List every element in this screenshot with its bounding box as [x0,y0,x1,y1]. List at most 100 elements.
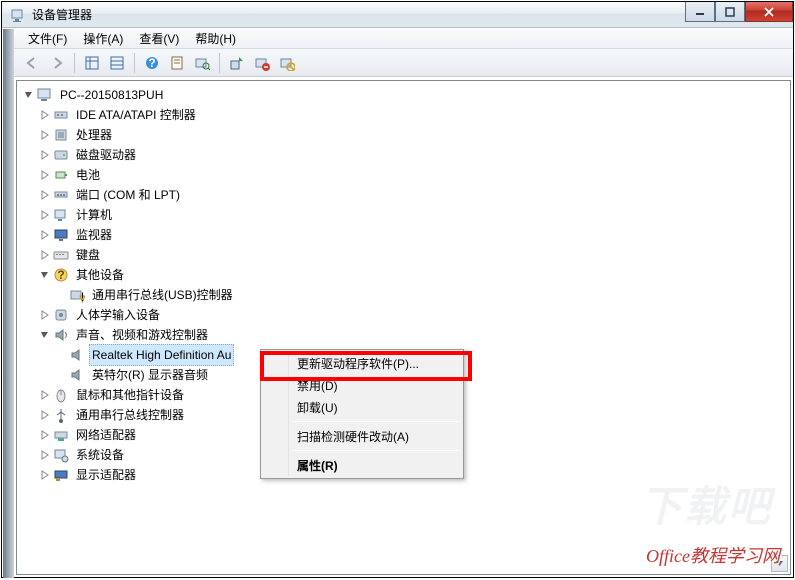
tree-label: 端口 (COM 和 LPT) [73,184,183,206]
expand-icon[interactable] [37,307,53,323]
speaker-icon [69,347,85,363]
system-icon [53,447,69,463]
expand-icon[interactable] [37,467,53,483]
tree-label: 鼠标和其他指针设备 [73,384,187,406]
expand-icon[interactable] [37,227,53,243]
window-title: 设备管理器 [32,6,92,23]
ctx-uninstall[interactable]: 卸载(U) [263,396,461,418]
svg-text:!: ! [81,290,84,303]
tree-item-monitor[interactable]: 监视器 [21,225,790,245]
disable-button[interactable] [275,51,299,75]
tree-label: 通用串行总线控制器 [73,404,187,426]
port-icon [53,187,69,203]
title-bar: 设备管理器 [2,2,793,28]
expand-icon[interactable] [37,187,53,203]
tree-item-disk[interactable]: 磁盘驱动器 [21,145,790,165]
disk-icon [53,147,69,163]
tree-label: 监视器 [73,224,115,246]
menu-bar: 文件(F) 操作(A) 查看(V) 帮助(H) [14,28,793,49]
ctx-label: 扫描检测硬件改动(A) [297,428,409,445]
tree-item-sound[interactable]: 声音、视频和游戏控制器 [21,325,790,345]
watermark-site: Office教程学习网 [646,542,780,568]
view-list-button[interactable] [80,51,104,75]
speaker-icon [69,367,85,383]
ctx-disable[interactable]: 禁用(D) [263,374,461,396]
tree-label: 声音、视频和游戏控制器 [73,324,211,346]
expand-icon[interactable] [37,387,53,403]
ctx-label: 禁用(D) [297,377,338,394]
tree-label: 处理器 [73,124,115,146]
ctx-label: 更新驱动程序软件(P)... [297,355,419,372]
menu-view[interactable]: 查看(V) [131,28,187,49]
tree-label: 网络适配器 [73,424,139,446]
tree-item-usb-unknown[interactable]: ! 通用串行总线(USB)控制器 [21,285,790,305]
ctx-properties[interactable]: 属性(R) [263,454,461,476]
ctx-scan[interactable]: 扫描检测硬件改动(A) [263,425,461,447]
ctx-label: 卸载(U) [297,399,338,416]
tree-item-computer[interactable]: 计算机 [21,205,790,225]
tree-label: 通用串行总线(USB)控制器 [89,284,236,306]
update-driver-button[interactable] [225,51,249,75]
app-icon [10,7,26,23]
tree-label: 磁盘驱动器 [73,144,139,166]
tree-label: 系统设备 [73,444,127,466]
other-icon: ? [53,267,69,283]
expand-icon[interactable] [37,147,53,163]
tree-item-battery[interactable]: 电池 [21,165,790,185]
display-adapter-icon [53,467,69,483]
tree-root[interactable]: PC--20150813PUH [21,85,790,105]
tree-label: PC--20150813PUH [57,84,166,106]
tree-item-ide[interactable]: IDE ATA/ATAPI 控制器 [21,105,790,125]
warning-device-icon: ! [69,287,85,303]
expand-icon[interactable] [37,207,53,223]
menu-file[interactable]: 文件(F) [20,28,75,49]
battery-icon [53,167,69,183]
close-button[interactable] [745,2,793,22]
menu-help[interactable]: 帮助(H) [187,28,244,49]
mouse-icon [53,387,69,403]
svg-text:?: ? [148,56,155,70]
tree-label: 计算机 [73,204,115,226]
tree-item-hid[interactable]: 人体学输入设备 [21,305,790,325]
scan-button[interactable] [190,51,214,75]
collapse-icon[interactable] [37,327,53,343]
expand-icon[interactable] [37,427,53,443]
collapse-icon[interactable] [21,87,37,103]
minimize-button[interactable] [685,2,715,22]
forward-button[interactable] [45,51,69,75]
speaker-icon [53,327,69,343]
expand-icon[interactable] [37,407,53,423]
ctx-update-driver[interactable]: 更新驱动程序软件(P)... [263,352,461,374]
ctx-separator [293,421,459,422]
maximize-button[interactable] [715,2,745,22]
tree-label: 英特尔(R) 显示器音频 [89,364,211,386]
svg-text:?: ? [57,268,64,282]
expand-icon[interactable] [37,127,53,143]
hid-icon [53,307,69,323]
back-button[interactable] [20,51,44,75]
expand-icon[interactable] [37,447,53,463]
tree-item-ports[interactable]: 端口 (COM 和 LPT) [21,185,790,205]
tree-label: 键盘 [73,244,103,266]
tree-item-other[interactable]: ? 其他设备 [21,265,790,285]
device-tree-pane: PC--20150813PUH IDE ATA/ATAPI 控制器 处理器 磁盘… [16,80,791,575]
menu-action[interactable]: 操作(A) [75,28,131,49]
tree-label-selected: Realtek High Definition Au [89,344,234,366]
expand-icon[interactable] [37,167,53,183]
help-button[interactable]: ? [140,51,164,75]
properties-button[interactable] [165,51,189,75]
tree-item-cpu[interactable]: 处理器 [21,125,790,145]
tree-item-keyboard[interactable]: 键盘 [21,245,790,265]
collapse-icon[interactable] [37,267,53,283]
uninstall-button[interactable] [250,51,274,75]
tree-label: 显示适配器 [73,464,139,486]
toolbar: ? [14,49,793,77]
pc-icon [53,207,69,223]
monitor-icon [53,227,69,243]
expand-icon[interactable] [37,107,53,123]
tree-label: IDE ATA/ATAPI 控制器 [73,104,199,126]
view-detail-button[interactable] [105,51,129,75]
controller-icon [53,107,69,123]
expand-icon[interactable] [37,247,53,263]
ctx-separator [293,450,459,451]
